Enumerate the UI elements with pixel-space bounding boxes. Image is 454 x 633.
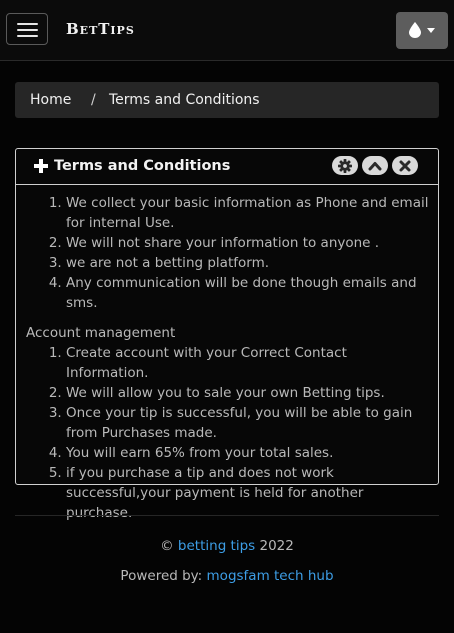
copyright-year: 2022 xyxy=(259,538,294,554)
card-header: Terms and Conditions xyxy=(16,149,438,185)
list-item: Create account with your Correct Contact… xyxy=(66,343,431,383)
account-management-heading: Account management xyxy=(26,325,176,341)
close-icon xyxy=(399,160,411,172)
list-item: We will not share your information to an… xyxy=(66,233,431,253)
footer-powered-by: Powered by: mogsfam tech hub xyxy=(0,568,454,584)
powered-link[interactable]: mogsfam tech hub xyxy=(207,568,334,584)
hamburger-menu-icon[interactable] xyxy=(6,13,48,45)
list-item: we are not a betting platform. xyxy=(66,253,431,273)
terms-list: We collect your basic information as Pho… xyxy=(26,193,431,313)
list-item: Any communication will be done though em… xyxy=(66,273,431,313)
plus-icon xyxy=(34,159,48,173)
list-item: if you purchase a tip and does not work … xyxy=(66,463,431,523)
close-button[interactable] xyxy=(392,156,418,175)
card-title: Terms and Conditions xyxy=(54,158,231,174)
caret-down-icon xyxy=(427,28,435,33)
list-item: You will earn 65% from your total sales. xyxy=(66,443,431,463)
list-item: Once your tip is successful, you will be… xyxy=(66,403,431,443)
gear-icon xyxy=(338,159,352,173)
menu-bar xyxy=(17,23,38,25)
theme-toggle-button[interactable] xyxy=(396,12,448,49)
footer-divider xyxy=(15,515,439,516)
list-item: We collect your basic information as Pho… xyxy=(66,193,431,233)
top-navbar: BetTips xyxy=(0,0,454,61)
terms-card: Terms and Conditions 1. We collect your … xyxy=(15,148,439,521)
chevron-up-icon xyxy=(368,162,382,171)
site-link[interactable]: betting tips xyxy=(178,538,255,554)
breadcrumb: Home / Terms and Conditions xyxy=(15,82,439,118)
breadcrumb-current: Terms and Conditions xyxy=(109,92,260,108)
menu-bar xyxy=(17,35,38,37)
list-item: We will allow you to sale your own Betti… xyxy=(66,383,431,403)
breadcrumb-separator: / xyxy=(91,92,96,108)
account-list: Create account with your Correct Contact… xyxy=(26,343,431,523)
droplet-icon xyxy=(409,22,421,38)
menu-bar xyxy=(17,29,38,31)
breadcrumb-home-link[interactable]: Home xyxy=(30,92,71,108)
collapse-button[interactable] xyxy=(362,156,388,175)
settings-button[interactable] xyxy=(332,156,358,175)
card-body: We collect your basic information as Pho… xyxy=(26,193,431,523)
brand-logo[interactable]: BetTips xyxy=(66,20,135,38)
copyright-symbol: © xyxy=(160,538,174,554)
powered-label: Powered by: xyxy=(120,568,203,584)
footer-copyright: © betting tips 2022 xyxy=(0,538,454,554)
